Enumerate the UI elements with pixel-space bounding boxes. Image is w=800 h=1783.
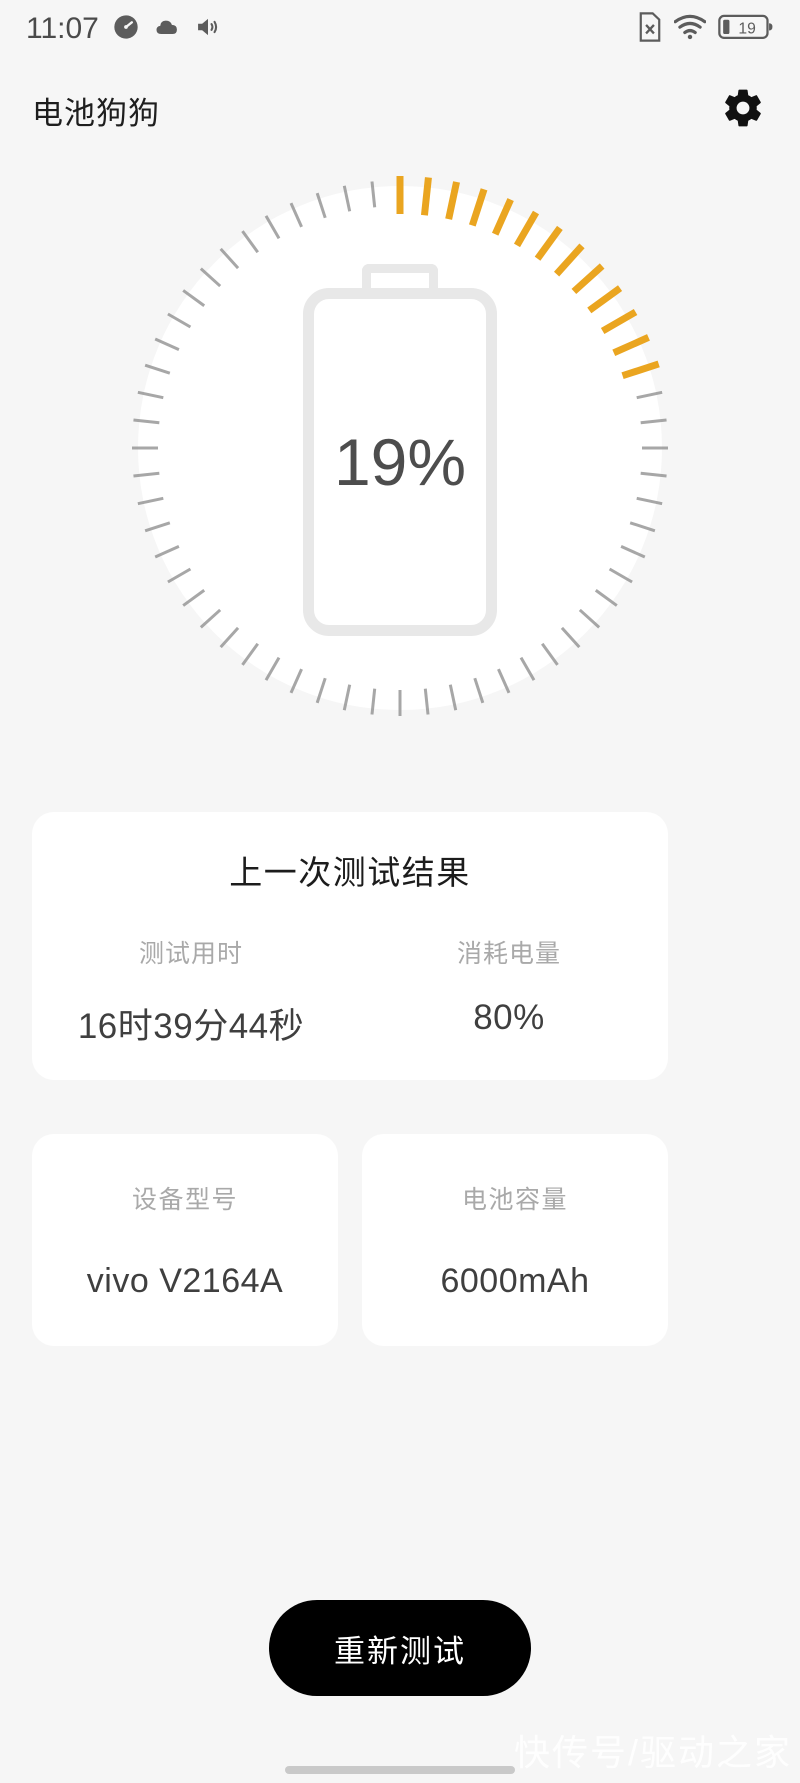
sim-disabled-icon	[638, 11, 662, 47]
result-card-title: 上一次测试结果	[229, 854, 471, 891]
battery-gauge: 19%	[120, 168, 680, 728]
info-label: 设备型号	[131, 1185, 238, 1214]
watermark: 快传号/驱动之家	[513, 1732, 792, 1773]
speedometer-icon	[112, 13, 140, 46]
battery-percent-label: 19%	[333, 425, 467, 499]
result-value: 80%	[473, 998, 545, 1037]
settings-button[interactable]	[716, 84, 770, 138]
retest-button[interactable]: 重新测试	[269, 1600, 531, 1696]
svg-text:19: 19	[738, 20, 755, 37]
status-bar-right: 19	[638, 11, 774, 47]
battery-body: 19%	[303, 288, 497, 636]
gear-icon	[721, 86, 765, 135]
result-column-consumed: 消耗电量 80%	[350, 934, 668, 1049]
info-value: 6000mAh	[440, 1261, 590, 1300]
device-model-card: 设备型号 vivo V2164A	[32, 1134, 338, 1346]
battery-capacity-card: 电池容量 6000mAh	[362, 1134, 668, 1346]
battery-outline-icon: 19%	[303, 264, 497, 636]
result-columns: 测试用时 16时39分44秒 消耗电量 80%	[32, 934, 668, 1049]
app-header: 电池狗狗	[0, 58, 800, 163]
device-info-row: 设备型号 vivo V2164A 电池容量 6000mAh	[32, 1134, 668, 1346]
volume-icon	[194, 13, 222, 46]
result-column-duration: 测试用时 16时39分44秒	[32, 934, 350, 1049]
home-indicator[interactable]	[285, 1766, 515, 1774]
result-label: 测试用时	[138, 940, 243, 968]
cloud-icon	[153, 13, 181, 46]
page-title: 电池狗狗	[32, 96, 160, 131]
status-time: 11:07	[26, 12, 99, 45]
result-value: 16时39分44秒	[77, 1007, 305, 1046]
last-test-result-card: 上一次测试结果 测试用时 16时39分44秒 消耗电量 80%	[32, 812, 668, 1080]
status-battery-icon: 19	[718, 13, 774, 46]
status-bar: 11:07 19	[0, 0, 800, 58]
result-label: 消耗电量	[456, 940, 561, 968]
wifi-icon	[673, 14, 707, 45]
status-bar-left: 11:07	[26, 13, 222, 46]
info-value: vivo V2164A	[86, 1261, 284, 1300]
info-label: 电池容量	[461, 1185, 568, 1214]
